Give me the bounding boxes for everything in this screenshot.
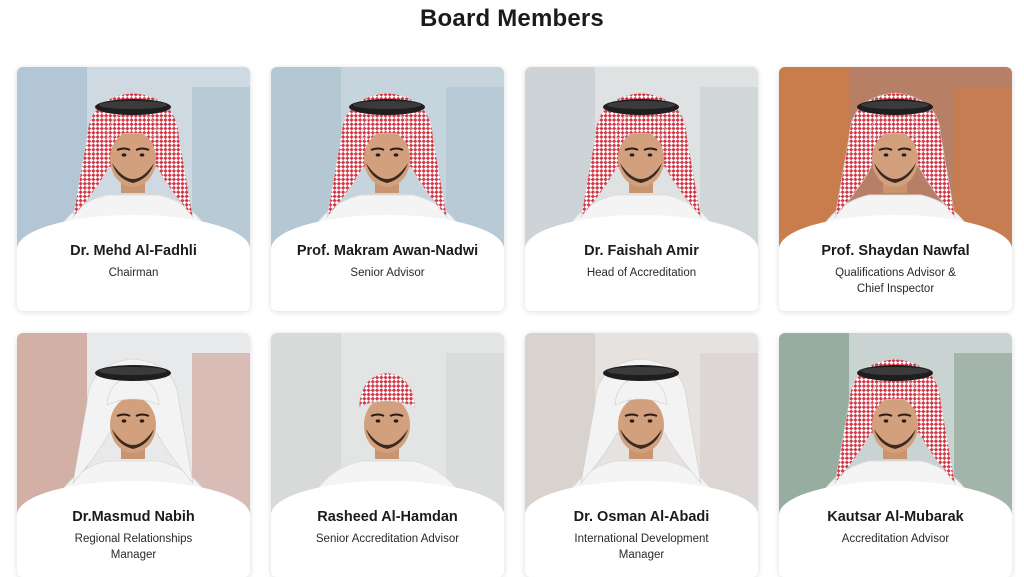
member-name: Prof. Shaydan Nawfal [821,243,970,259]
member-card[interactable]: Dr. Mehd Al-Fadhli Chairman [17,67,250,311]
member-name: Dr. Osman Al-Abadi [573,509,710,525]
member-card[interactable]: Prof. Shaydan Nawfal Qualifications Advi… [779,67,1012,311]
page-title: Board Members [420,5,604,32]
member-info: Dr. Faishah Amir Head of Accreditation [525,215,758,311]
member-role: Chairman [108,267,159,279]
member-info: Prof. Shaydan Nawfal Qualifications Advi… [779,215,1012,311]
member-role: Senior Advisor [350,267,425,279]
member-info: Rasheed Al-Hamdan Senior Accreditation A… [271,481,504,577]
member-role: Senior Accreditation Advisor [315,533,460,545]
member-info: Dr. Mehd Al-Fadhli Chairman [17,215,250,311]
member-name: Dr. Mehd Al-Fadhli [70,243,197,259]
member-role: Accreditation Advisor [841,533,950,545]
member-role: Regional Relationships Manager [74,533,193,561]
member-info: Dr.Masmud Nabih Regional Relationships M… [17,481,250,577]
member-name: Prof. Makram Awan-Nadwi [296,243,479,259]
member-name: Dr. Faishah Amir [584,243,699,259]
board-members-grid: Dr. Mehd Al-Fadhli Chairman Prof. Makram… [17,67,1013,577]
member-card[interactable]: Dr. Faishah Amir Head of Accreditation [525,67,758,311]
member-name: Rasheed Al-Hamdan [317,509,458,525]
member-role: Qualifications Advisor & Chief Inspector [835,267,956,295]
member-name: Dr.Masmud Nabih [72,509,195,525]
member-card[interactable]: Dr. Osman Al-Abadi International Develop… [525,333,758,577]
member-card[interactable]: Kautsar Al-Mubarak Accreditation Advisor [779,333,1012,577]
member-card[interactable]: Dr.Masmud Nabih Regional Relationships M… [17,333,250,577]
member-card[interactable]: Prof. Makram Awan-Nadwi Senior Advisor [271,67,504,311]
member-info: Dr. Osman Al-Abadi International Develop… [525,481,758,577]
member-info: Kautsar Al-Mubarak Accreditation Advisor [779,481,1012,577]
member-card[interactable]: Rasheed Al-Hamdan Senior Accreditation A… [271,333,504,577]
member-name: Kautsar Al-Mubarak [827,509,964,525]
member-role: Head of Accreditation [586,267,697,279]
member-info: Prof. Makram Awan-Nadwi Senior Advisor [271,215,504,311]
member-role: International Development Manager [574,533,709,561]
